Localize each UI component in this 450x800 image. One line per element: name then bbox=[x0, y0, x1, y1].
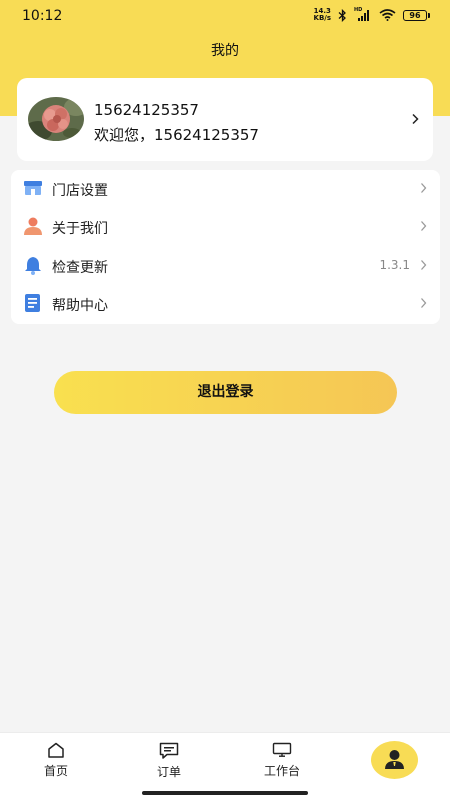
tab-label: 首页 bbox=[43, 764, 68, 778]
tab-home[interactable]: 首页 bbox=[16, 733, 96, 793]
menu-item-label: 关于我们 bbox=[52, 221, 108, 237]
bluetooth-icon bbox=[338, 8, 346, 22]
status-time: 10:12 bbox=[22, 8, 63, 24]
avatar[interactable] bbox=[28, 97, 84, 141]
bottom-tab-bar: 首页 订单 工作台 bbox=[0, 732, 450, 800]
chevron-right-icon bbox=[421, 298, 427, 308]
menu-item-about-us[interactable]: 关于我们 bbox=[11, 208, 440, 246]
logout-button[interactable]: 退出登录 bbox=[54, 371, 397, 414]
bell-icon bbox=[25, 257, 41, 275]
chevron-right-icon bbox=[421, 260, 427, 270]
person-icon bbox=[24, 217, 42, 235]
chevron-right-icon[interactable] bbox=[411, 113, 419, 125]
page-title: 我的 bbox=[211, 43, 239, 59]
status-bar: 10:12 14.3 KB/s HD 96 bbox=[0, 0, 450, 32]
status-icons: 14.3 KB/s HD 96 bbox=[313, 7, 430, 22]
menu-item-label: 门店设置 bbox=[52, 183, 108, 199]
network-speed: 14.3 KB/s bbox=[313, 7, 331, 22]
tab-workbench[interactable]: 工作台 bbox=[242, 733, 322, 793]
workbench-icon bbox=[272, 742, 292, 757]
home-indicator bbox=[142, 791, 308, 795]
signal-icon: HD bbox=[354, 7, 372, 22]
tab-label: 工作台 bbox=[263, 764, 300, 778]
menu-item-label: 检查更新 bbox=[52, 260, 108, 276]
menu-item-help-center[interactable]: 帮助中心 bbox=[11, 285, 440, 323]
chevron-right-icon bbox=[421, 183, 427, 193]
menu-item-label: 帮助中心 bbox=[52, 298, 108, 314]
battery-icon: 96 bbox=[403, 9, 430, 21]
chevron-right-icon bbox=[421, 221, 427, 231]
tab-label: 订单 bbox=[156, 765, 181, 779]
settings-menu: 门店设置 关于我们 检查更新 1.3.1 帮助中心 bbox=[11, 170, 440, 324]
document-icon bbox=[25, 294, 40, 312]
menu-item-store-settings[interactable]: 门店设置 bbox=[11, 170, 440, 208]
profile-welcome-text: 欢迎您，15624125357 bbox=[94, 126, 259, 144]
profile-phone: 15624125357 bbox=[94, 101, 199, 119]
menu-item-check-update[interactable]: 检查更新 1.3.1 bbox=[11, 247, 440, 285]
store-icon bbox=[24, 181, 42, 195]
tab-mine[interactable] bbox=[371, 741, 418, 779]
home-icon bbox=[48, 742, 64, 758]
order-icon bbox=[159, 742, 179, 759]
app-version: 1.3.1 bbox=[379, 258, 410, 272]
wifi-icon bbox=[379, 9, 396, 21]
tab-orders[interactable]: 订单 bbox=[129, 733, 209, 793]
user-icon bbox=[385, 750, 404, 769]
profile-card[interactable]: 15624125357 欢迎您，15624125357 bbox=[17, 78, 433, 161]
